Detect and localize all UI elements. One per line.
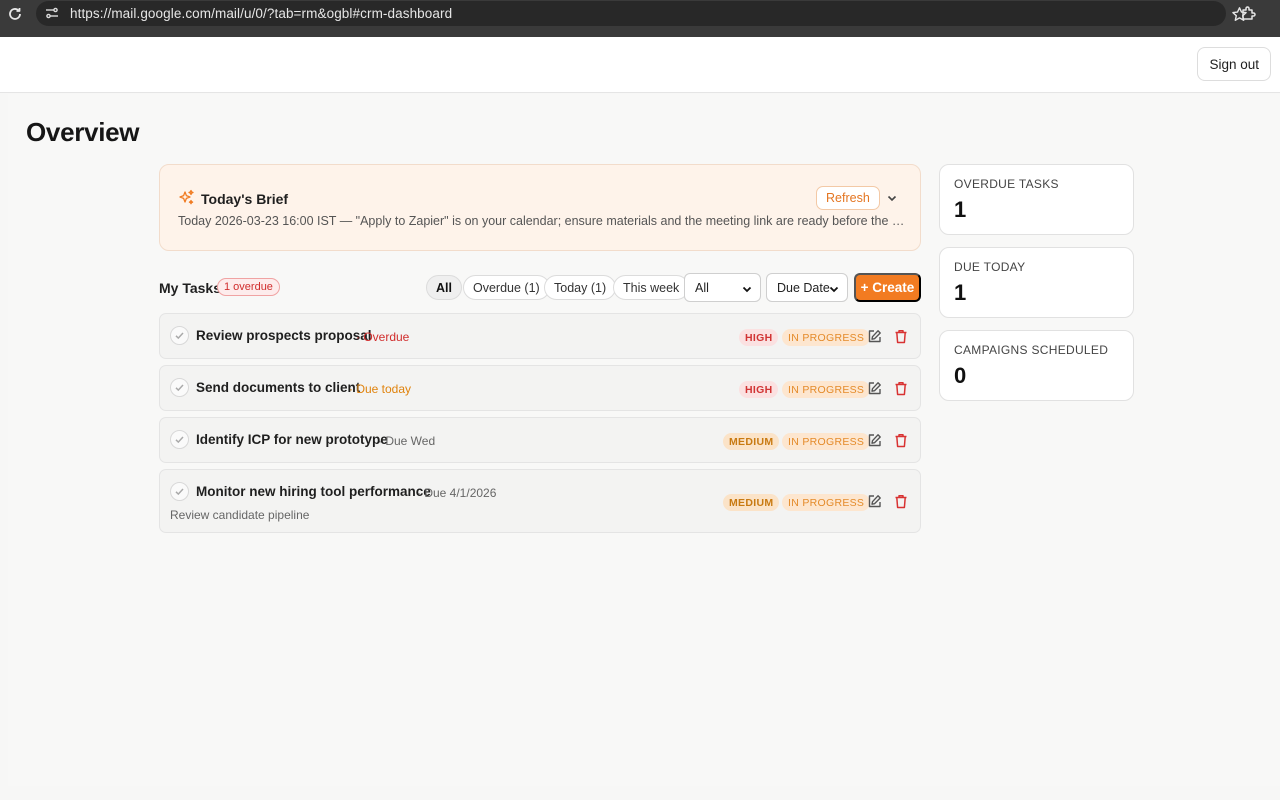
edit-icon[interactable] (867, 433, 882, 448)
stat-value: 0 (954, 363, 967, 388)
task-row[interactable]: Send documents to client · Due today HIG… (159, 365, 921, 411)
chevron-down-icon (829, 286, 839, 293)
sort-select[interactable]: Due Date (766, 273, 848, 302)
edit-icon[interactable] (867, 494, 882, 509)
status-badge: IN PROGRESS (782, 433, 871, 450)
check-icon[interactable] (170, 378, 189, 397)
trash-icon[interactable] (894, 329, 908, 344)
stat-value: 1 (954, 280, 967, 305)
stat-label: DUE TODAY (954, 260, 1026, 274)
task-title[interactable]: Review prospects proposal (196, 328, 372, 343)
reload-icon[interactable] (7, 6, 23, 22)
task-due: · Overdue (356, 330, 410, 344)
stat-label: OVERDUE TASKS (954, 177, 1059, 191)
task-title[interactable]: Identify ICP for new prototype (196, 432, 388, 447)
stat-value: 1 (954, 197, 967, 222)
filter-all-chip[interactable]: All (426, 275, 462, 300)
task-due: · Due today (349, 382, 412, 396)
priority-badge: HIGH (739, 381, 779, 398)
filter-overdue-chip[interactable]: Overdue (1) (463, 275, 550, 300)
refresh-button[interactable]: Refresh (816, 186, 880, 210)
check-icon[interactable] (170, 326, 189, 345)
priority-badge: MEDIUM (723, 494, 780, 511)
my-tasks-label: My Tasks (159, 280, 221, 296)
page-title: Overview (26, 117, 140, 147)
app-header: Sign out (0, 37, 1280, 93)
trash-icon[interactable] (894, 494, 908, 509)
task-row[interactable]: Monitor new hiring tool performance · Du… (159, 469, 921, 533)
chevron-down-icon (742, 286, 752, 293)
task-row[interactable]: Review prospects proposal · Overdue HIGH… (159, 313, 921, 359)
edit-icon[interactable] (867, 381, 882, 396)
overdue-count-badge: 1 overdue (217, 278, 280, 296)
task-due: · Due 4/1/2026 (417, 486, 497, 500)
priority-select[interactable]: All (684, 273, 761, 302)
brief-text: Today 2026-03-23 16:00 IST — "Apply to Z… (178, 214, 906, 228)
sort-select-value: Due Date (777, 280, 830, 295)
edit-icon[interactable] (867, 329, 882, 344)
stat-card-due-today: DUE TODAY 1 (939, 247, 1134, 318)
check-icon[interactable] (170, 482, 189, 501)
status-badge: IN PROGRESS (782, 329, 871, 346)
task-row[interactable]: Identify ICP for new prototype · Due Wed… (159, 417, 921, 463)
url-text[interactable]: https://mail.google.com/mail/u/0/?tab=rm… (70, 6, 452, 21)
priority-badge: MEDIUM (723, 433, 780, 450)
sign-out-button[interactable]: Sign out (1197, 47, 1271, 81)
stat-label: CAMPAIGNS SCHEDULED (954, 343, 1109, 357)
status-badge: IN PROGRESS (782, 381, 871, 398)
brief-title: Today's Brief (201, 191, 289, 207)
task-title[interactable]: Monitor new hiring tool performance (196, 484, 431, 499)
browser-toolbar: https://mail.google.com/mail/u/0/?tab=rm… (0, 0, 1280, 37)
filter-today-chip[interactable]: Today (1) (544, 275, 617, 300)
extensions-icon[interactable] (1240, 5, 1257, 22)
trash-icon[interactable] (894, 381, 908, 396)
chevron-down-icon[interactable] (886, 192, 898, 204)
todays-brief-card: Today's Brief Today 2026-03-23 16:00 IST… (159, 164, 921, 251)
sparkle-icon (179, 189, 194, 205)
site-settings-icon[interactable] (45, 6, 59, 20)
check-icon[interactable] (170, 430, 189, 449)
address-bar[interactable]: https://mail.google.com/mail/u/0/?tab=rm… (36, 1, 1247, 26)
priority-badge: HIGH (739, 329, 779, 346)
task-title[interactable]: Send documents to client (196, 380, 360, 395)
priority-select-value: All (695, 280, 709, 295)
stat-card-campaigns-scheduled: CAMPAIGNS SCHEDULED 0 (939, 330, 1134, 401)
status-badge: IN PROGRESS (782, 494, 871, 511)
stat-card-overdue-tasks: OVERDUE TASKS 1 (939, 164, 1134, 235)
filter-this-week-chip[interactable]: This week (613, 275, 690, 300)
trash-icon[interactable] (894, 433, 908, 448)
task-description: Review candidate pipeline (170, 508, 310, 522)
create-task-button[interactable]: + Create (854, 273, 921, 302)
task-due: · Due Wed (378, 434, 436, 448)
